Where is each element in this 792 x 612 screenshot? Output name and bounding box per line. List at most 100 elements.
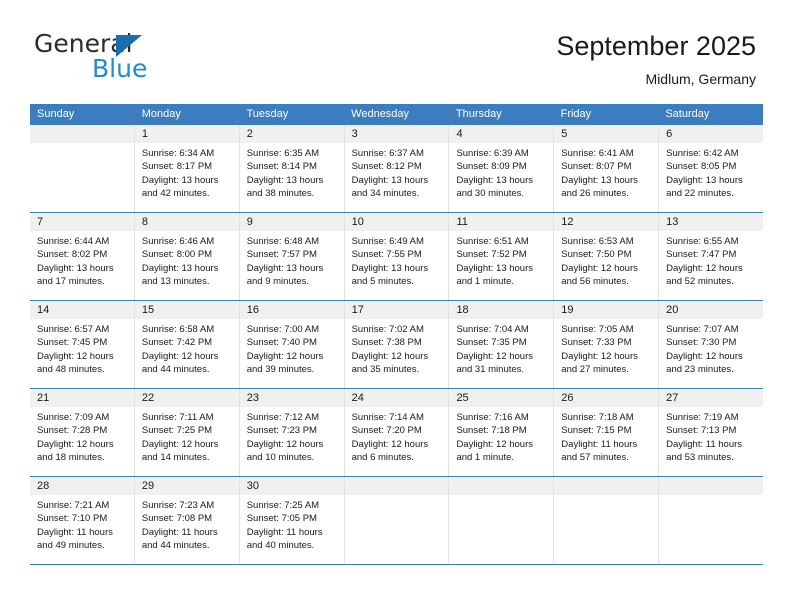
day-details: Sunrise: 6:46 AM Sunset: 8:00 PM Daylight:…: [135, 231, 239, 289]
daylight-text-line1: Daylight: 12 hours: [246, 438, 324, 450]
day-number: 26: [561, 392, 574, 404]
calendar-day-cell[interactable]: 14 Sunrise: 6:57 AM Sunset: 7:45 PM Dayligh…: [30, 301, 135, 388]
calendar-day-cell[interactable]: 6 Sunrise: 6:42 AM Sunset: 8:05 PM Daylight…: [659, 125, 764, 212]
day-number: 13: [666, 216, 679, 228]
calendar-day-cell[interactable]: 16 Sunrise: 7:00 AM Sunset: 7:40 PM Dayligh…: [239, 301, 345, 388]
daylight-text-line2: and 23 minutes.: [666, 364, 734, 376]
daylight-text-line2: and 52 minutes.: [666, 276, 734, 288]
sunrise-text: Sunrise: 6:48 AM: [246, 236, 320, 247]
daylight-text-line1: Daylight: 11 hours: [141, 526, 218, 538]
calendar-day-cell[interactable]: 12 Sunrise: 6:53 AM Sunset: 7:50 PM Dayligh…: [554, 213, 660, 300]
calendar-day-cell[interactable]: 3 Sunrise: 6:37 AM Sunset: 8:12 PM Daylight…: [344, 125, 450, 212]
sunrise-text: Sunrise: 6:58 AM: [141, 324, 215, 335]
weekday-header-monday: Monday: [141, 108, 181, 120]
general-blue-logo[interactable]: General Blue: [34, 30, 244, 86]
sunset-text: Sunset: 7:28 PM: [37, 425, 108, 437]
day-number-strip: [659, 477, 764, 495]
sunset-text: Sunset: 7:05 PM: [246, 513, 317, 525]
calendar-day-cell[interactable]: 20 Sunrise: 7:07 AM Sunset: 7:30 PM Dayligh…: [659, 301, 764, 388]
calendar-day-cell[interactable]: 17 Sunrise: 7:02 AM Sunset: 7:38 PM Dayligh…: [344, 301, 450, 388]
daylight-text-line2: and 1 minute.: [456, 452, 515, 464]
day-number: 24: [351, 392, 364, 404]
calendar-day-cell[interactable]: 8 Sunrise: 6:46 AM Sunset: 8:00 PM Daylight…: [134, 213, 240, 300]
calendar-day-cell[interactable]: 19 Sunrise: 7:05 AM Sunset: 7:33 PM Dayligh…: [554, 301, 660, 388]
day-details: Sunrise: 6:41 AM Sunset: 8:07 PM Daylight:…: [554, 143, 658, 201]
calendar-day-cell[interactable]: 15 Sunrise: 6:58 AM Sunset: 7:42 PM Dayligh…: [134, 301, 240, 388]
sunset-text: Sunset: 7:42 PM: [141, 337, 213, 349]
day-details: Sunrise: 6:51 AM Sunset: 7:52 PM Daylight:…: [449, 231, 553, 289]
calendar-day-cell[interactable]: 29 Sunrise: 7:23 AM Sunset: 7:08 PM Dayligh…: [134, 477, 240, 564]
weekday-header-sunday: Sunday: [37, 108, 75, 120]
daylight-text-line1: Daylight: 11 hours: [246, 526, 323, 538]
day-number: 11: [456, 216, 468, 228]
day-number: 27: [666, 392, 679, 404]
calendar-day-cell[interactable]: 5 Sunrise: 6:41 AM Sunset: 8:07 PM Daylight…: [554, 125, 660, 212]
sunset-text: Sunset: 7:15 PM: [561, 425, 632, 437]
daylight-text-line1: Daylight: 12 hours: [37, 350, 114, 362]
calendar-day-cell[interactable]: 26 Sunrise: 7:18 AM Sunset: 7:15 PM Dayligh…: [554, 389, 660, 476]
daylight-text-line2: and 22 minutes.: [666, 188, 734, 200]
sunset-text: Sunset: 7:10 PM: [37, 513, 108, 525]
day-number: 18: [456, 304, 469, 316]
sunrise-text: Sunrise: 7:02 AM: [351, 324, 424, 335]
calendar-cell-empty: [344, 477, 450, 564]
daylight-text-line2: and 26 minutes.: [561, 188, 629, 200]
calendar-day-cell[interactable]: 18 Sunrise: 7:04 AM Sunset: 7:35 PM Dayligh…: [449, 301, 555, 388]
daylight-text-line2: and 53 minutes.: [666, 452, 734, 464]
day-details: Sunrise: 7:16 AM Sunset: 7:18 PM Daylight:…: [449, 407, 553, 465]
sunset-text: Sunset: 7:20 PM: [351, 425, 422, 437]
calendar-day-cell[interactable]: 23 Sunrise: 7:12 AM Sunset: 7:23 PM Dayligh…: [239, 389, 345, 476]
calendar-day-cell[interactable]: 10 Sunrise: 6:49 AM Sunset: 7:55 PM Dayligh…: [344, 213, 450, 300]
calendar-day-cell[interactable]: 28 Sunrise: 7:21 AM Sunset: 7:10 PM Dayligh…: [30, 477, 135, 564]
calendar-day-cell[interactable]: 24 Sunrise: 7:14 AM Sunset: 7:20 PM Dayligh…: [344, 389, 450, 476]
calendar-day-cell[interactable]: 13 Sunrise: 6:55 AM Sunset: 7:47 PM Dayligh…: [659, 213, 764, 300]
sunset-text: Sunset: 7:52 PM: [456, 249, 527, 261]
calendar-day-cell[interactable]: 30 Sunrise: 7:25 AM Sunset: 7:05 PM Dayligh…: [239, 477, 345, 564]
sunset-text: Sunset: 7:40 PM: [246, 337, 317, 349]
day-number-strip: 27: [659, 389, 764, 407]
calendar-day-cell[interactable]: 11 Sunrise: 6:51 AM Sunset: 7:52 PM Dayligh…: [449, 213, 555, 300]
calendar-day-cell[interactable]: 7 Sunrise: 6:44 AM Sunset: 8:02 PM Daylight…: [30, 213, 135, 300]
day-number-strip: 17: [344, 301, 449, 319]
day-number-strip: 6: [659, 125, 764, 143]
day-number-strip: 30: [239, 477, 344, 495]
daylight-text-line2: and 30 minutes.: [456, 188, 525, 200]
daylight-text-line1: Daylight: 11 hours: [37, 526, 113, 538]
calendar-day-cell[interactable]: 9 Sunrise: 6:48 AM Sunset: 7:57 PM Daylight…: [239, 213, 345, 300]
day-details: Sunrise: 7:14 AM Sunset: 7:20 PM Daylight:…: [345, 407, 449, 465]
sunrise-text: Sunrise: 7:18 AM: [561, 412, 634, 423]
day-number-strip: 2: [239, 125, 344, 143]
sunrise-text: Sunrise: 6:46 AM: [141, 236, 215, 247]
sunrise-text: Sunrise: 7:21 AM: [37, 500, 110, 511]
day-number-strip: 1: [134, 125, 239, 143]
day-details: Sunrise: 7:23 AM Sunset: 7:08 PM Daylight:…: [135, 495, 239, 553]
day-number-strip: 11: [449, 213, 554, 231]
calendar-day-cell[interactable]: 25 Sunrise: 7:16 AM Sunset: 7:18 PM Dayligh…: [449, 389, 555, 476]
calendar-page: General Blue September 2025 Midlum, Germ…: [0, 0, 792, 612]
daylight-text-line1: Daylight: 13 hours: [246, 174, 324, 186]
daylight-text-line1: Daylight: 13 hours: [141, 174, 219, 186]
calendar-day-cell[interactable]: 27 Sunrise: 7:19 AM Sunset: 7:13 PM Dayligh…: [659, 389, 764, 476]
day-details: Sunrise: 7:19 AM Sunset: 7:13 PM Daylight:…: [659, 407, 763, 465]
weekday-header-thursday: Thursday: [455, 108, 502, 120]
sunset-text: Sunset: 7:23 PM: [246, 425, 317, 437]
daylight-text-line2: and 18 minutes.: [37, 452, 105, 464]
sunrise-text: Sunrise: 7:12 AM: [246, 412, 320, 423]
day-number: 29: [141, 480, 155, 492]
calendar-day-cell[interactable]: 2 Sunrise: 6:35 AM Sunset: 8:14 PM Daylight…: [239, 125, 345, 212]
sunrise-text: Sunrise: 6:39 AM: [456, 148, 529, 159]
day-details: Sunrise: 7:11 AM Sunset: 7:25 PM Daylight:…: [135, 407, 239, 465]
calendar-day-cell[interactable]: 1 Sunrise: 6:34 AM Sunset: 8:17 PM Daylight…: [134, 125, 240, 212]
sunset-text: Sunset: 8:12 PM: [351, 161, 422, 173]
daylight-text-line1: Daylight: 12 hours: [456, 350, 534, 362]
calendar-day-cell[interactable]: 4 Sunrise: 6:39 AM Sunset: 8:09 PM Daylight…: [449, 125, 555, 212]
day-number-strip: 8: [134, 213, 239, 231]
daylight-text-line2: and 40 minutes.: [246, 540, 315, 552]
calendar-day-cell[interactable]: 22 Sunrise: 7:11 AM Sunset: 7:25 PM Dayligh…: [134, 389, 240, 476]
day-number-strip: 22: [134, 389, 239, 407]
calendar-day-cell[interactable]: 21 Sunrise: 7:09 AM Sunset: 7:28 PM Dayligh…: [30, 389, 135, 476]
day-number: 2: [246, 128, 253, 140]
day-details: Sunrise: 6:48 AM Sunset: 7:57 PM Daylight:…: [240, 231, 344, 289]
daylight-text-line1: Daylight: 13 hours: [456, 174, 534, 186]
day-details: Sunrise: 6:49 AM Sunset: 7:55 PM Daylight:…: [345, 231, 449, 289]
